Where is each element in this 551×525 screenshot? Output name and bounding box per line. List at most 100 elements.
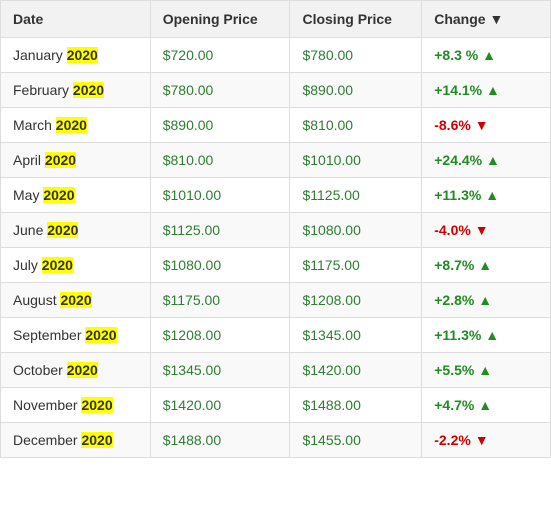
cell-opening-price: $1175.00: [150, 283, 290, 318]
cell-date: November 2020: [1, 388, 151, 423]
year-highlight: 2020: [67, 362, 98, 378]
cell-change: +8.7% ▲: [422, 248, 551, 283]
cell-opening-price: $1208.00: [150, 318, 290, 353]
cell-opening-price: $890.00: [150, 108, 290, 143]
year-highlight: 2020: [60, 292, 91, 308]
change-value: -8.6% ▼: [434, 117, 488, 133]
cell-date: October 2020: [1, 353, 151, 388]
up-arrow-icon: ▲: [478, 362, 492, 378]
table-row: May 2020$1010.00$1125.00 +11.3% ▲: [1, 178, 551, 213]
up-arrow-icon: ▲: [485, 187, 499, 203]
year-highlight: 2020: [67, 47, 98, 63]
down-arrow-icon: ▼: [475, 117, 489, 133]
cell-closing-price: $1455.00: [290, 423, 422, 458]
year-highlight: 2020: [56, 117, 87, 133]
cell-closing-price: $1208.00: [290, 283, 422, 318]
change-value: -2.2% ▼: [434, 432, 488, 448]
cell-opening-price: $1488.00: [150, 423, 290, 458]
cell-opening-price: $720.00: [150, 38, 290, 73]
cell-closing-price: $1488.00: [290, 388, 422, 423]
cell-date: February 2020: [1, 73, 151, 108]
change-value: +8.3 % ▲: [434, 47, 496, 63]
cell-date: July 2020: [1, 248, 151, 283]
change-value: +8.7% ▲: [434, 257, 492, 273]
up-arrow-icon: ▲: [478, 397, 492, 413]
up-arrow-icon: ▲: [486, 152, 500, 168]
table-row: February 2020$780.00$890.00 +14.1% ▲: [1, 73, 551, 108]
cell-date: September 2020: [1, 318, 151, 353]
table-row: April 2020$810.00$1010.00 +24.4% ▲: [1, 143, 551, 178]
table-row: October 2020$1345.00$1420.00+5.5% ▲: [1, 353, 551, 388]
cell-change: -8.6% ▼: [422, 108, 551, 143]
year-highlight: 2020: [85, 327, 116, 343]
cell-opening-price: $1420.00: [150, 388, 290, 423]
header-date: Date: [1, 1, 151, 38]
cell-date: August 2020: [1, 283, 151, 318]
table-row: August 2020$1175.00$1208.00 +2.8% ▲: [1, 283, 551, 318]
cell-closing-price: $1420.00: [290, 353, 422, 388]
cell-closing-price: $810.00: [290, 108, 422, 143]
change-value: -4.0% ▼: [434, 222, 488, 238]
cell-opening-price: $810.00: [150, 143, 290, 178]
cell-change: +2.8% ▲: [422, 283, 551, 318]
cell-change: +5.5% ▲: [422, 353, 551, 388]
cell-change: +4.7% ▲: [422, 388, 551, 423]
cell-change: +8.3 % ▲: [422, 38, 551, 73]
header-change: Change ▼: [422, 1, 551, 38]
change-value: +11.3% ▲: [434, 327, 499, 343]
cell-closing-price: $1080.00: [290, 213, 422, 248]
year-highlight: 2020: [45, 152, 76, 168]
year-highlight: 2020: [81, 397, 112, 413]
cell-change: -2.2% ▼: [422, 423, 551, 458]
up-arrow-icon: ▲: [485, 327, 499, 343]
change-value: +2.8% ▲: [434, 292, 492, 308]
table-row: July 2020$1080.00$1175.00 +8.7% ▲: [1, 248, 551, 283]
cell-closing-price: $1345.00: [290, 318, 422, 353]
cell-opening-price: $780.00: [150, 73, 290, 108]
year-highlight: 2020: [42, 257, 73, 273]
cell-date: June 2020: [1, 213, 151, 248]
change-value: +24.4% ▲: [434, 152, 500, 168]
year-highlight: 2020: [43, 187, 74, 203]
cell-opening-price: $1010.00: [150, 178, 290, 213]
cell-opening-price: $1125.00: [150, 213, 290, 248]
year-highlight: 2020: [73, 82, 104, 98]
cell-change: +11.3% ▲: [422, 178, 551, 213]
cell-change: -4.0% ▼: [422, 213, 551, 248]
cell-change: +14.1% ▲: [422, 73, 551, 108]
cell-closing-price: $1175.00: [290, 248, 422, 283]
up-arrow-icon: ▲: [482, 47, 496, 63]
change-value: +4.7% ▲: [434, 397, 492, 413]
cell-closing-price: $890.00: [290, 73, 422, 108]
down-arrow-icon: ▼: [475, 432, 489, 448]
up-arrow-icon: ▲: [478, 257, 492, 273]
year-highlight: 2020: [81, 432, 112, 448]
cell-date: January 2020: [1, 38, 151, 73]
cell-date: March 2020: [1, 108, 151, 143]
change-value: +14.1% ▲: [434, 82, 500, 98]
cell-change: +11.3% ▲: [422, 318, 551, 353]
down-arrow-icon: ▼: [475, 222, 489, 238]
table-row: December 2020$1488.00$1455.00 -2.2% ▼: [1, 423, 551, 458]
cell-date: April 2020: [1, 143, 151, 178]
table-row: November 2020$1420.00$1488.00 +4.7% ▲: [1, 388, 551, 423]
cell-closing-price: $780.00: [290, 38, 422, 73]
cell-closing-price: $1125.00: [290, 178, 422, 213]
cell-opening-price: $1345.00: [150, 353, 290, 388]
cell-date: December 2020: [1, 423, 151, 458]
header-closing-price: Closing Price: [290, 1, 422, 38]
table-row: September 2020$1208.00$1345.00 +11.3% ▲: [1, 318, 551, 353]
cell-opening-price: $1080.00: [150, 248, 290, 283]
cell-date: May 2020: [1, 178, 151, 213]
table-row: January 2020$720.00$780.00 +8.3 % ▲: [1, 38, 551, 73]
cell-change: +24.4% ▲: [422, 143, 551, 178]
table-row: March 2020$890.00$810.00 -8.6% ▼: [1, 108, 551, 143]
up-arrow-icon: ▲: [486, 82, 500, 98]
year-highlight: 2020: [47, 222, 78, 238]
table-row: June 2020$1125.00$1080.00 -4.0% ▼: [1, 213, 551, 248]
price-table: Date Opening Price Closing Price Change …: [0, 0, 551, 458]
header-opening-price: Opening Price: [150, 1, 290, 38]
cell-closing-price: $1010.00: [290, 143, 422, 178]
change-value: +11.3% ▲: [434, 187, 499, 203]
up-arrow-icon: ▲: [478, 292, 492, 308]
